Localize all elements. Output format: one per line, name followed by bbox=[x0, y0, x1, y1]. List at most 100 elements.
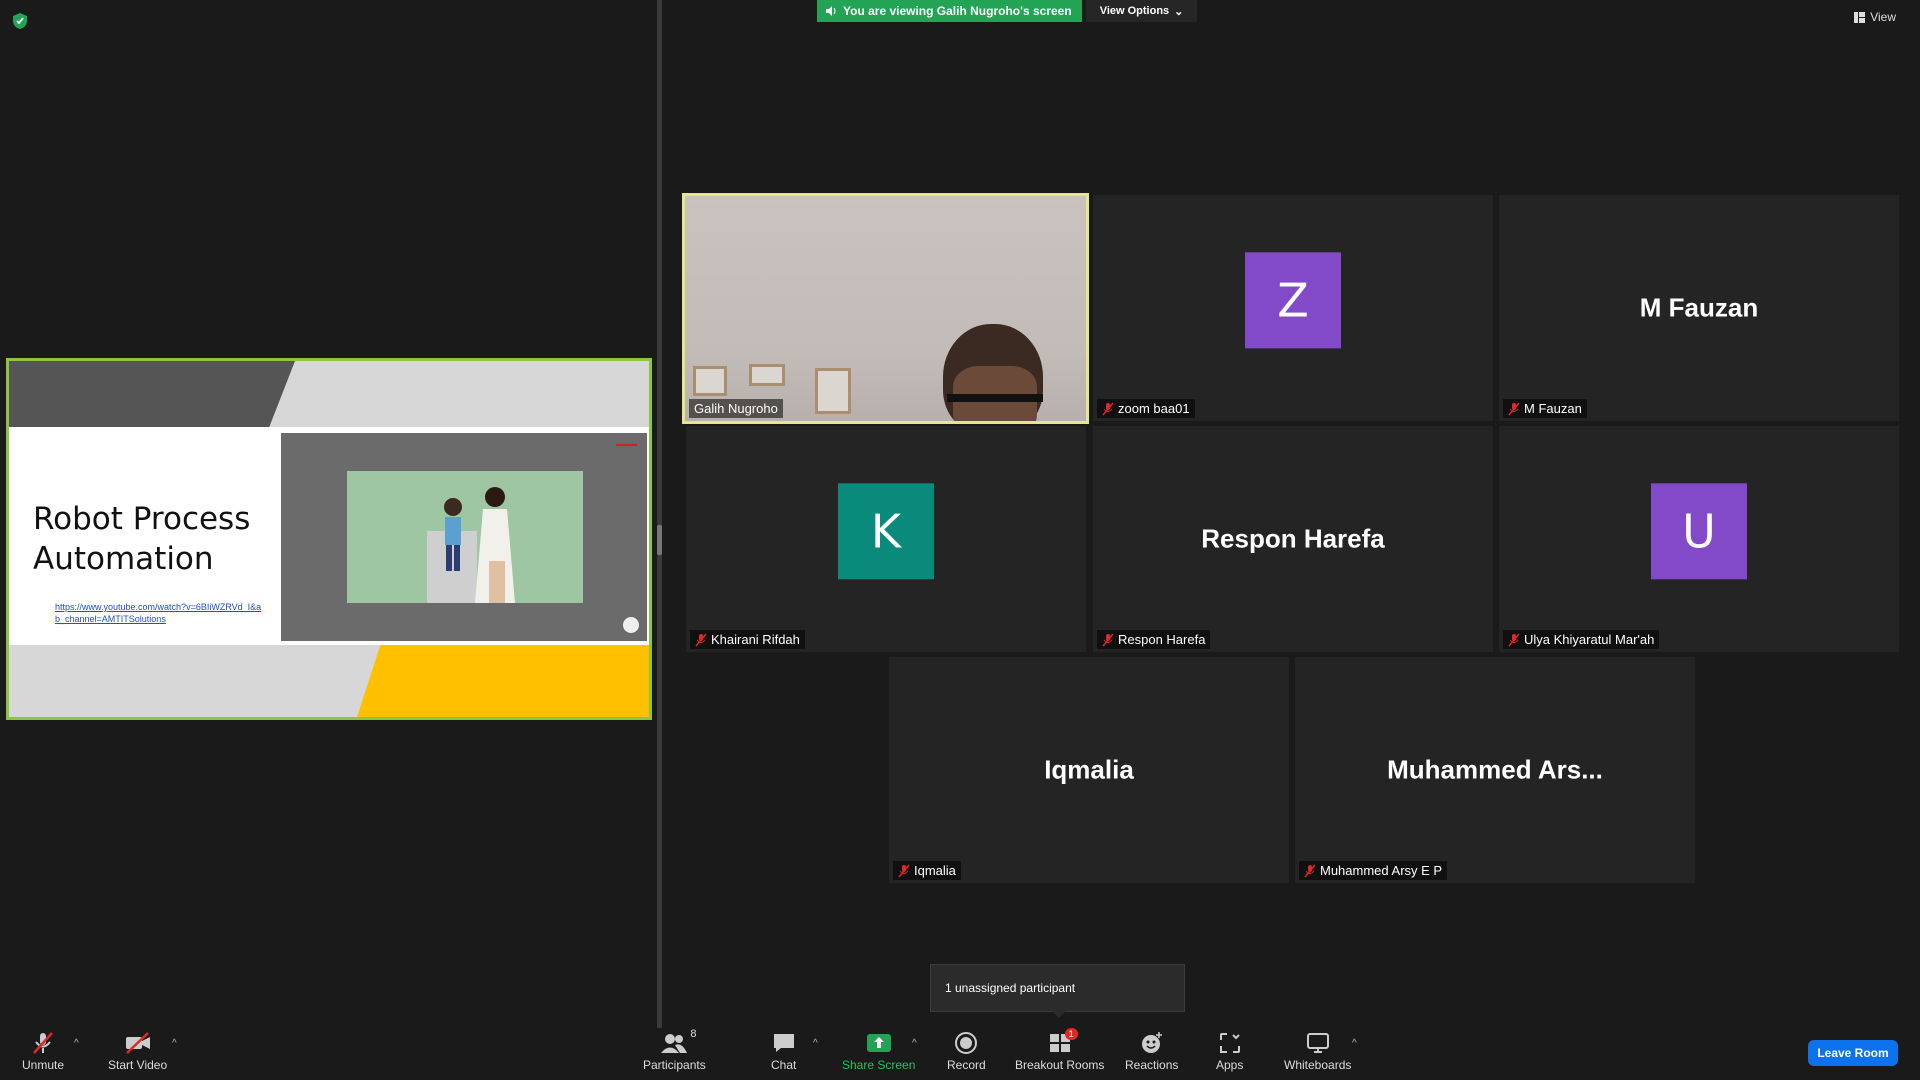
participant-name-label: Galih Nugroho bbox=[689, 399, 783, 418]
start-video-label: Start Video bbox=[108, 1058, 168, 1072]
audio-options-caret-icon[interactable]: ^ bbox=[74, 1038, 79, 1049]
participant-name-label: M Fauzan bbox=[1503, 399, 1587, 418]
chat-options-caret-icon[interactable]: ^ bbox=[813, 1038, 818, 1049]
apps-label: Apps bbox=[1216, 1058, 1244, 1072]
chat-button[interactable]: Chat bbox=[771, 1030, 796, 1072]
breakout-rooms-button[interactable]: 1 Breakout Rooms bbox=[1015, 1028, 1105, 1072]
wall-frame bbox=[815, 368, 851, 414]
mic-muted-icon bbox=[33, 1032, 53, 1054]
view-options-label: View Options bbox=[1099, 5, 1170, 17]
viewing-indicator: You are viewing Galih Nugroho's screen bbox=[817, 0, 1082, 22]
breakout-rooms-label: Breakout Rooms bbox=[1015, 1058, 1105, 1072]
share-screen-label: Share Screen bbox=[842, 1058, 916, 1072]
video-illustration bbox=[347, 471, 583, 603]
apps-button[interactable]: Apps bbox=[1216, 1030, 1243, 1072]
avatar-initial: U bbox=[1682, 504, 1716, 559]
start-video-button[interactable]: Start Video bbox=[108, 1030, 167, 1072]
mic-muted-icon bbox=[1508, 402, 1520, 415]
wall-frame bbox=[693, 366, 727, 396]
breakout-badge: 1 bbox=[1064, 1028, 1078, 1040]
participants-count: 8 bbox=[690, 1028, 697, 1040]
participant-tile[interactable]: Z zoom baa01 bbox=[1093, 195, 1493, 421]
participant-name: Muhammed Arsy E P bbox=[1320, 863, 1443, 878]
whiteboards-label: Whiteboards bbox=[1284, 1058, 1352, 1072]
participant-tile[interactable]: M Fauzan M Fauzan bbox=[1499, 195, 1899, 421]
mic-muted-icon bbox=[898, 864, 910, 877]
participant-tile[interactable]: U Ulya Khiyaratul Mar'ah bbox=[1499, 426, 1899, 652]
participant-name: Respon Harefa bbox=[1118, 632, 1206, 647]
panel-splitter[interactable] bbox=[657, 0, 662, 1028]
grid-view-icon bbox=[1854, 11, 1866, 23]
mic-muted-icon bbox=[1102, 633, 1114, 646]
chat-label: Chat bbox=[771, 1058, 797, 1072]
participant-display-name: Iqmalia bbox=[1044, 754, 1134, 785]
whiteboard-options-caret-icon[interactable]: ^ bbox=[1352, 1038, 1357, 1049]
avatar-initial: K bbox=[870, 504, 902, 559]
participant-tile[interactable]: Muhammed Ars... Muhammed Arsy E P bbox=[1295, 657, 1695, 883]
slide-nav-dot bbox=[623, 617, 639, 633]
unassigned-participant-tooltip[interactable]: 1 unassigned participant bbox=[930, 964, 1185, 1012]
unmute-button[interactable]: Unmute bbox=[22, 1030, 64, 1072]
view-options-button[interactable]: View Options ⌄ bbox=[1085, 0, 1198, 22]
share-options-caret-icon[interactable]: ^ bbox=[912, 1038, 917, 1049]
video-options-caret-icon[interactable]: ^ bbox=[172, 1038, 177, 1049]
reactions-button[interactable]: Reactions bbox=[1125, 1030, 1178, 1072]
share-screen-button[interactable]: Share Screen bbox=[842, 1030, 915, 1072]
participant-name: Ulya Khiyaratul Mar'ah bbox=[1524, 632, 1655, 647]
avatar: U bbox=[1651, 483, 1747, 580]
slide-link[interactable]: https://www.youtube.com/watch?v=6BIiWZRV… bbox=[55, 601, 265, 625]
slide-bottom-yellow-band bbox=[357, 645, 649, 717]
participant-tile[interactable]: Iqmalia Iqmalia bbox=[889, 657, 1289, 883]
mic-muted-icon bbox=[695, 633, 707, 646]
slide-top-dark-band bbox=[9, 361, 295, 427]
view-label: View bbox=[1870, 10, 1896, 24]
participants-button[interactable]: 8 Participants bbox=[643, 1028, 706, 1072]
apps-icon bbox=[1219, 1033, 1240, 1053]
share-screen-icon bbox=[866, 1034, 891, 1052]
chevron-down-icon: ⌄ bbox=[1174, 5, 1184, 18]
participant-video bbox=[685, 196, 1086, 421]
leave-room-button[interactable]: Leave Room bbox=[1808, 1040, 1898, 1066]
doctor-illustration bbox=[427, 487, 515, 603]
screen-share-banner: You are viewing Galih Nugroho's screen V… bbox=[817, 0, 1198, 22]
participant-name: Galih Nugroho bbox=[694, 401, 778, 416]
participant-name: Iqmalia bbox=[914, 863, 956, 878]
participants-icon bbox=[661, 1034, 688, 1053]
whiteboard-icon bbox=[1306, 1033, 1329, 1053]
participant-name: Khairani Rifdah bbox=[711, 632, 800, 647]
participant-name-label: zoom baa01 bbox=[1097, 399, 1195, 418]
record-button[interactable]: Record bbox=[947, 1030, 986, 1072]
participants-label: Participants bbox=[643, 1058, 706, 1072]
security-shield-icon[interactable] bbox=[12, 12, 28, 30]
tooltip-tail bbox=[1052, 1011, 1066, 1018]
speaker-icon bbox=[826, 6, 836, 16]
participant-name-label: Khairani Rifdah bbox=[690, 630, 805, 649]
participant-tile[interactable]: Respon Harefa Respon Harefa bbox=[1093, 426, 1493, 652]
chat-icon bbox=[773, 1034, 794, 1052]
splitter-handle[interactable] bbox=[657, 525, 662, 555]
reactions-label: Reactions bbox=[1125, 1058, 1179, 1072]
unmute-label: Unmute bbox=[22, 1058, 65, 1072]
record-icon bbox=[955, 1032, 978, 1054]
mic-muted-icon bbox=[1508, 633, 1520, 646]
view-button[interactable]: View bbox=[1854, 10, 1896, 24]
participant-name-label: Ulya Khiyaratul Mar'ah bbox=[1503, 630, 1660, 649]
participant-display-name: Respon Harefa bbox=[1201, 523, 1385, 554]
person-glasses bbox=[947, 394, 1043, 402]
video-off-icon bbox=[125, 1032, 150, 1054]
unassigned-text: 1 unassigned participant bbox=[945, 981, 1076, 995]
participant-tile-active-speaker[interactable]: Galih Nugroho bbox=[682, 193, 1089, 424]
mic-muted-icon bbox=[1102, 402, 1114, 415]
avatar-initial: Z bbox=[1277, 273, 1309, 328]
wall-frame bbox=[749, 364, 785, 386]
shared-screen[interactable]: Robot Process Automation https://www.you… bbox=[6, 358, 652, 720]
whiteboards-button[interactable]: Whiteboards bbox=[1284, 1030, 1351, 1072]
viewing-text: You are viewing Galih Nugroho's screen bbox=[843, 4, 1072, 18]
participant-display-name: Muhammed Ars... bbox=[1387, 754, 1603, 785]
participant-tile[interactable]: K Khairani Rifdah bbox=[686, 426, 1086, 652]
slide-video-thumbnail: ▬▬▬ bbox=[281, 433, 647, 641]
reactions-icon bbox=[1141, 1032, 1162, 1053]
participant-display-name: M Fauzan bbox=[1639, 292, 1759, 323]
mic-muted-icon bbox=[1304, 864, 1316, 877]
participant-name-label: Respon Harefa bbox=[1097, 630, 1211, 649]
